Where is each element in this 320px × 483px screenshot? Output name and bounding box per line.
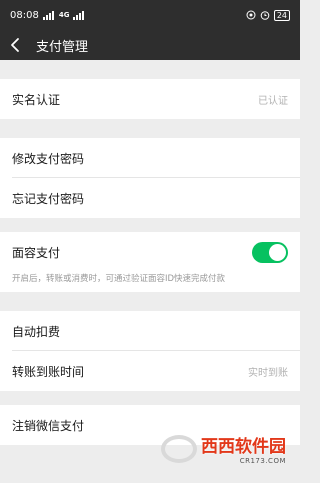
forgot-password-label: 忘记支付密码 — [12, 191, 85, 206]
transfer-time-label: 转账到账时间 — [12, 364, 85, 379]
watermark: 西西软件园 CR173.COM — [161, 432, 286, 465]
transfer-time-value: 实时到账 — [248, 367, 288, 379]
status-bar: 08:08 4G 24 — [0, 0, 300, 30]
password-group: 修改支付密码 忘记支付密码 — [0, 138, 300, 218]
watermark-main: 西西软件园 — [201, 437, 286, 457]
identity-label: 实名认证 — [12, 92, 61, 107]
status-time: 08:08 — [10, 9, 39, 21]
forgot-password-item[interactable]: 忘记支付密码 — [0, 178, 300, 218]
signal-icon — [42, 10, 54, 20]
change-password-label: 修改支付密码 — [12, 151, 85, 166]
face-pay-group: 面容支付 开启后，转账或消费时，可通过验证面容ID快速完成付款 — [0, 232, 300, 292]
cancel-wechat-pay-label: 注销微信支付 — [12, 418, 85, 433]
network-type-icon: 4G — [58, 11, 70, 19]
face-pay-toggle[interactable] — [252, 241, 288, 263]
signal-icon-2 — [73, 10, 85, 20]
watermark-logo-icon — [161, 434, 197, 463]
face-id-status-icon — [246, 10, 256, 20]
status-bar-right: 24 — [246, 9, 290, 21]
battery-icon: 24 — [273, 9, 290, 21]
auto-group: 自动扣费 转账到账时间 实时到账 — [0, 311, 300, 391]
alarm-icon — [260, 11, 270, 20]
auto-deduct-label: 自动扣费 — [12, 324, 61, 339]
change-password-item[interactable]: 修改支付密码 — [0, 138, 300, 178]
identity-group: 实名认证 已认证 — [0, 79, 300, 119]
toggle-knob — [269, 243, 286, 261]
identity-verification-item[interactable]: 实名认证 已认证 — [0, 79, 300, 119]
page-title: 支付管理 — [36, 39, 89, 55]
transfer-time-item[interactable]: 转账到账时间 实时到账 — [0, 351, 300, 391]
status-bar-left: 08:08 4G — [10, 9, 85, 21]
watermark-sub: CR173.COM — [239, 457, 286, 465]
back-icon[interactable] — [10, 37, 26, 53]
nav-bar: 支付管理 — [0, 30, 300, 60]
watermark-text: 西西软件园 CR173.COM — [201, 432, 286, 465]
face-pay-label: 面容支付 — [12, 245, 61, 260]
face-pay-hint: 开启后，转账或消费时，可通过验证面容ID快速完成付款 — [0, 272, 300, 292]
identity-status: 已认证 — [258, 95, 288, 107]
auto-deduct-item[interactable]: 自动扣费 — [0, 311, 300, 351]
face-pay-item: 面容支付 — [0, 232, 300, 272]
